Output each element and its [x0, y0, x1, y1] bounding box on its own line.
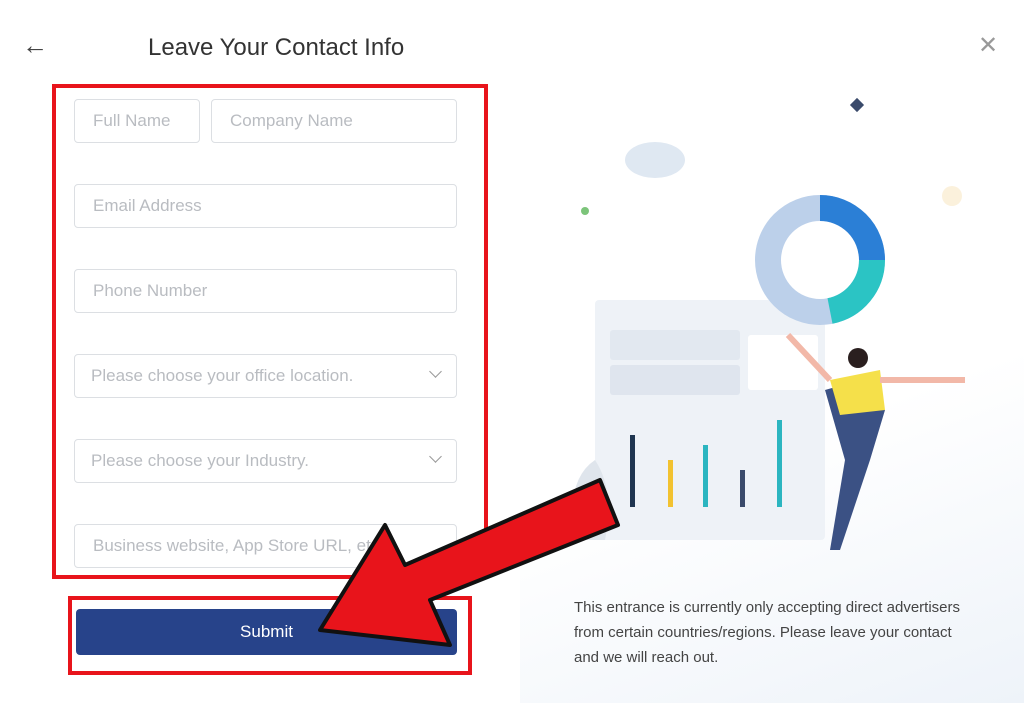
company-name-field[interactable]: [211, 99, 457, 143]
illus-glow: [942, 186, 962, 206]
email-field[interactable]: [74, 184, 457, 228]
illus-diamond: [849, 97, 865, 113]
phone-field[interactable]: [74, 269, 457, 313]
office-location-placeholder: Please choose your office location.: [91, 366, 354, 385]
illus-bar: [703, 445, 708, 507]
back-arrow-icon[interactable]: ←: [22, 30, 48, 60]
chevron-down-icon: [429, 365, 442, 378]
page-title: Leave Your Contact Info: [148, 34, 405, 61]
office-location-select[interactable]: Please choose your office location.: [74, 354, 457, 398]
illus-bar: [740, 470, 745, 507]
email-input[interactable]: [91, 195, 440, 217]
chevron-down-icon: [429, 450, 442, 463]
illus-disc: [625, 142, 685, 178]
illus-bar: [630, 435, 635, 507]
illus-bar: [668, 460, 673, 507]
company-name-input[interactable]: [228, 110, 440, 132]
full-name-field[interactable]: [74, 99, 200, 143]
close-icon[interactable]: ✕: [978, 34, 998, 58]
info-note: This entrance is currently only acceptin…: [574, 599, 961, 666]
annotation-arrow-icon: [318, 478, 620, 647]
full-name-input[interactable]: [91, 110, 183, 132]
phone-input[interactable]: [91, 280, 440, 302]
illus-dot: [581, 207, 589, 215]
illus-bar: [777, 420, 782, 507]
industry-placeholder: Please choose your Industry.: [91, 451, 309, 470]
